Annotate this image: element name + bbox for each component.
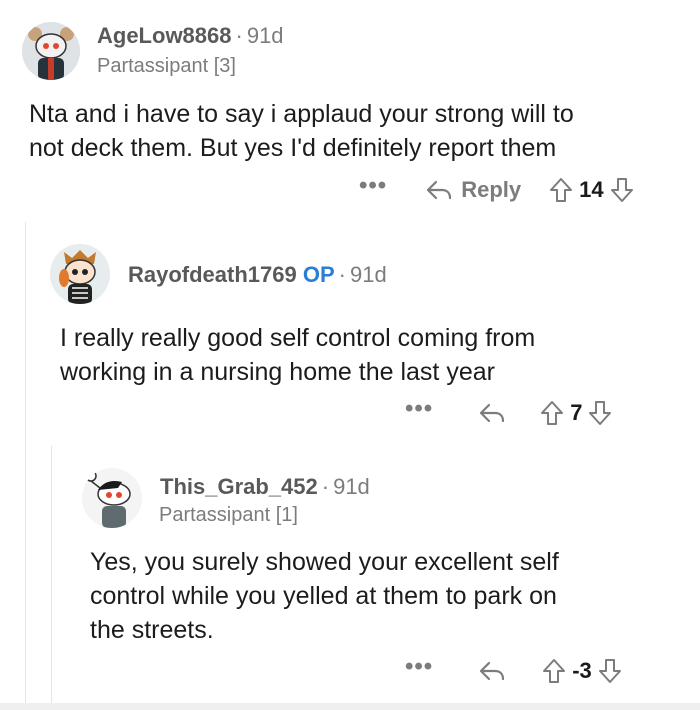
comment-body-line: working in a nursing home the last year: [60, 358, 495, 386]
user-flair: Partassipant [1]: [159, 504, 298, 526]
user-flair: Partassipant [3]: [97, 55, 236, 77]
reply-label: Reply: [461, 177, 522, 202]
upvote-arrow-icon: [550, 178, 573, 202]
username[interactable]: AgeLow8868: [97, 23, 232, 48]
vote-score: 7: [570, 400, 583, 425]
comment-body-line: Nta and i have to say i applaud your str…: [29, 100, 574, 128]
snoo-avatar-icon: [82, 468, 142, 528]
downvote-button[interactable]: [598, 658, 622, 684]
vote-score: -3: [572, 658, 592, 683]
comment-thread: AgeLow8868 · 91d Partassipant [3] Nta and …: [0, 0, 700, 710]
upvote-button[interactable]: [549, 177, 573, 203]
comment-age: 91d: [350, 262, 387, 287]
comment-actions: ••• 7: [405, 395, 612, 429]
username[interactable]: This_Grab_452: [160, 474, 318, 499]
downvote-arrow-icon: [589, 401, 612, 425]
downvote-arrow-icon: [610, 178, 633, 202]
comment-body-line: Yes, you surely showed your excellent se…: [90, 548, 559, 576]
thread-line-level-2[interactable]: [51, 446, 52, 710]
downvote-button[interactable]: [610, 177, 634, 203]
vote-score: 14: [579, 177, 604, 202]
avatar[interactable]: [22, 22, 80, 80]
more-options-icon[interactable]: •••: [405, 653, 433, 681]
comment-header: AgeLow8868 · 91d: [97, 23, 284, 49]
separator-dot: ·: [235, 23, 243, 48]
comment-actions: ••• Reply 14: [359, 172, 634, 206]
reply-arrow-icon: [480, 661, 505, 681]
avatar[interactable]: [82, 468, 142, 528]
snoo-avatar-icon: [50, 244, 110, 304]
more-options-icon[interactable]: •••: [405, 395, 433, 423]
upvote-button[interactable]: [542, 658, 566, 684]
avatar[interactable]: [50, 244, 110, 304]
comment-body-line: the streets.: [90, 616, 214, 644]
comment-body-line: I really really good self control coming…: [60, 324, 536, 352]
upvote-arrow-icon: [541, 401, 564, 425]
reply-button[interactable]: [478, 659, 506, 683]
comment-body: I really really good self control coming…: [60, 321, 535, 389]
comment-age: 91d: [246, 23, 284, 48]
comment-header: This_Grab_452 · 91d: [160, 474, 370, 500]
comment-age: 91d: [333, 474, 370, 499]
reply-arrow-icon: [427, 180, 452, 200]
separator-dot: ·: [321, 474, 330, 499]
comment-body-line: control while you yelled at them to park…: [90, 582, 557, 610]
thread-line-level-1[interactable]: [25, 222, 26, 710]
comment-actions: ••• -3: [405, 653, 622, 687]
more-options-icon[interactable]: •••: [359, 172, 387, 200]
comment-header: Rayofdeath1769 OP · 91d: [128, 262, 387, 288]
op-badge: OP: [302, 262, 335, 287]
reply-button[interactable]: Reply: [425, 177, 521, 203]
separator-dot: ·: [338, 262, 346, 287]
reply-button[interactable]: [478, 401, 506, 425]
bottom-divider: [0, 703, 700, 710]
username[interactable]: Rayofdeath1769: [128, 262, 297, 287]
upvote-button[interactable]: [540, 400, 564, 426]
comment-body: Nta and i have to say i applaud your str…: [29, 97, 574, 165]
reply-arrow-icon: [480, 403, 505, 423]
snoo-avatar-icon: [22, 22, 80, 80]
comment-body-line: not deck them. But yes I'd definitely re…: [29, 134, 557, 162]
upvote-arrow-icon: [543, 659, 566, 683]
comment-body: Yes, you surely showed your excellent se…: [90, 545, 559, 647]
downvote-arrow-icon: [598, 659, 621, 683]
downvote-button[interactable]: [588, 400, 612, 426]
